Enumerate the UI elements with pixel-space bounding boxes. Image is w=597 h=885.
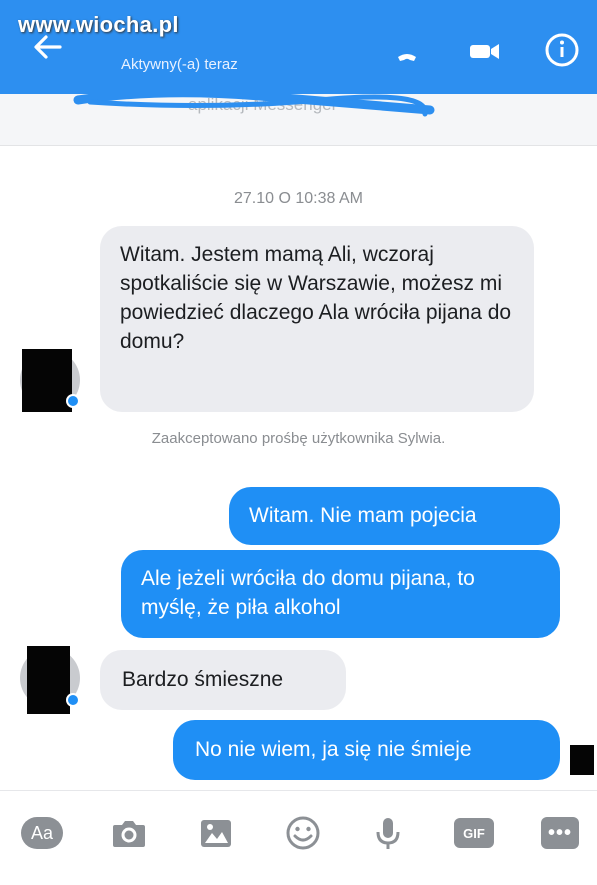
incoming-message[interactable]: Witam. Jestem mamą Ali, wczoraj spotkali…: [100, 226, 534, 412]
active-status: Aktywny(-a) teraz: [121, 56, 238, 73]
phone-icon: [398, 54, 416, 61]
gallery-button[interactable]: [194, 813, 238, 853]
call-button[interactable]: [392, 48, 422, 66]
image-icon: [201, 820, 231, 847]
top-bar: www.wiocha.pl Aktywny(-a) teraz: [0, 0, 597, 94]
more-icon: •••: [541, 817, 579, 849]
video-call-button[interactable]: [466, 36, 502, 66]
text-format-button[interactable]: Aa: [20, 813, 64, 853]
messenger-badge-icon: [66, 693, 80, 707]
composer-toolbar: Aa GIF •••: [0, 790, 597, 885]
camera-button[interactable]: [107, 813, 151, 853]
camera-icon: [113, 821, 145, 847]
gif-button[interactable]: GIF: [452, 813, 496, 853]
arrow-left-icon: [34, 35, 62, 59]
voice-message-button[interactable]: [366, 813, 410, 853]
outgoing-message[interactable]: No nie wiem, ja się nie śmieje: [173, 720, 560, 780]
microphone-icon: [376, 818, 400, 849]
text-format-icon: Aa: [21, 817, 63, 849]
more-options-button[interactable]: •••: [538, 813, 582, 853]
redaction-box: [570, 745, 594, 775]
emoji-icon: [286, 816, 320, 850]
incoming-message[interactable]: Bardzo śmieszne: [100, 650, 346, 710]
outgoing-message[interactable]: Ale jeżeli wróciła do domu pijana, to my…: [121, 550, 560, 638]
info-icon: [545, 33, 579, 67]
emoji-button[interactable]: [281, 813, 325, 853]
video-camera-icon: [470, 44, 499, 59]
redaction-box: [22, 349, 72, 412]
messenger-notice: aplikacji Messenger: [0, 94, 597, 146]
censor-scribble: [73, 94, 435, 117]
info-button[interactable]: [542, 30, 582, 70]
message-timestamp: 27.10 O 10:38 AM: [234, 190, 363, 207]
system-note: Zaakceptowano prośbę użytkownika Sylwia.: [151, 430, 446, 447]
messenger-badge-icon: [66, 394, 80, 408]
gif-icon: GIF: [454, 818, 494, 848]
back-button[interactable]: [30, 32, 66, 62]
outgoing-message[interactable]: Witam. Nie mam pojecia: [229, 487, 560, 545]
redaction-box: [27, 646, 70, 714]
